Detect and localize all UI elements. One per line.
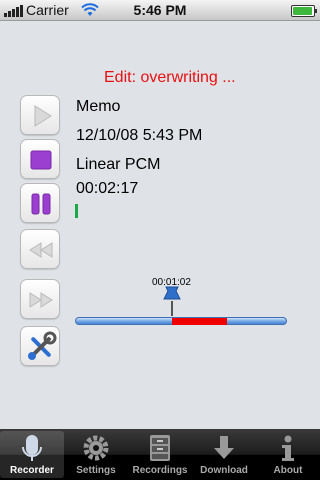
tools-button[interactable] <box>20 326 60 366</box>
stop-button[interactable] <box>20 139 60 179</box>
battery-icon <box>291 5 317 17</box>
recording-format: Linear PCM <box>76 156 161 173</box>
download-icon <box>214 436 234 459</box>
fast-forward-icon <box>29 292 53 308</box>
tab-label: Recordings <box>132 465 188 476</box>
tab-download[interactable]: Download <box>192 431 256 478</box>
timeline-selection[interactable] <box>172 318 227 325</box>
status-time: 5:46 PM <box>133 2 187 18</box>
gear-icon <box>83 435 109 461</box>
tools-icon <box>28 331 57 360</box>
rewind-button[interactable] <box>20 229 60 269</box>
recording-duration: 00:02:17 <box>76 180 139 197</box>
tab-label: Settings <box>76 465 116 476</box>
rewind-icon <box>29 242 53 258</box>
level-meter <box>75 204 78 218</box>
tab-label: Recorder <box>10 465 54 476</box>
status-bar: Carrier 5:46 PM <box>0 0 320 21</box>
tab-about[interactable]: About <box>256 431 320 478</box>
recorder-view: Edit: overwriting ... Memo 12/10/08 5:43… <box>0 21 320 428</box>
tab-label: About <box>273 465 303 476</box>
edit-status-text: Edit: overwriting ... <box>104 69 236 86</box>
play-icon <box>34 105 52 127</box>
cabinet-icon <box>150 435 170 461</box>
pushpin-icon[interactable] <box>162 285 182 317</box>
tab-bar: Recorder Settings Recordings Download Ab… <box>0 429 320 480</box>
tab-recordings[interactable]: Recordings <box>128 431 192 478</box>
tab-settings[interactable]: Settings <box>64 431 128 478</box>
microphone-icon <box>22 435 42 461</box>
info-icon <box>282 435 294 461</box>
tab-recorder[interactable]: Recorder <box>0 431 64 478</box>
pause-button[interactable] <box>20 183 60 223</box>
tab-label: Download <box>200 465 248 476</box>
play-button[interactable] <box>20 95 60 135</box>
fast-forward-button[interactable] <box>20 279 60 319</box>
recording-datetime: 12/10/08 5:43 PM <box>76 127 203 144</box>
recording-name: Memo <box>76 98 121 115</box>
pause-icon <box>31 193 51 215</box>
stop-icon <box>30 150 52 170</box>
